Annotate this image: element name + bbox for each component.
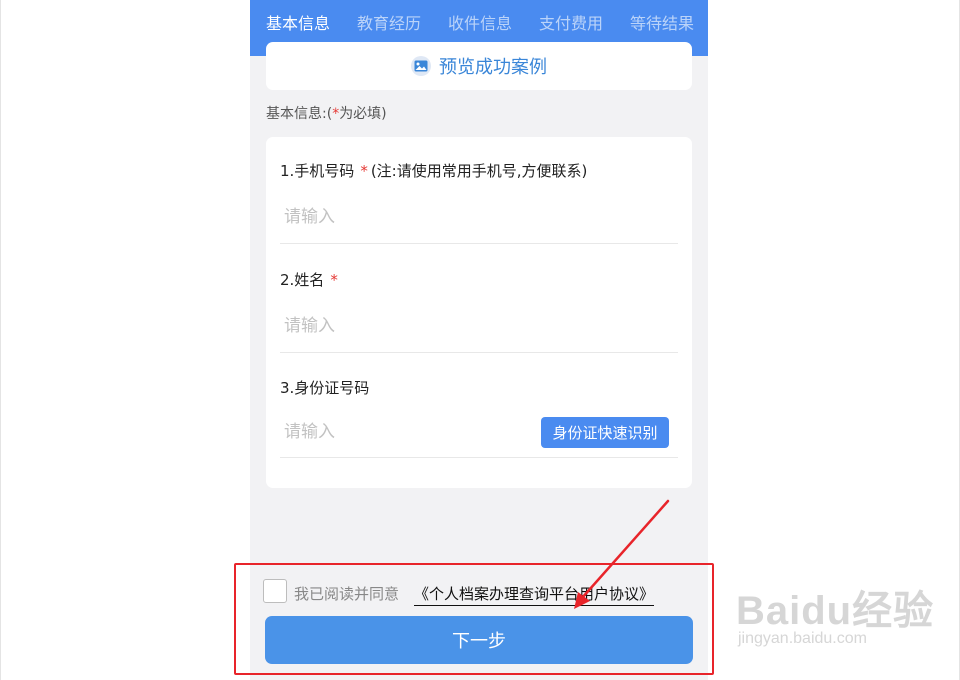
watermark-url: jingyan.baidu.com: [738, 630, 867, 647]
watermark-logo: Baidu经验: [736, 589, 935, 633]
baidu-jingyan-watermark: Baidu经验 jingyan.baidu.com: [736, 578, 933, 668]
